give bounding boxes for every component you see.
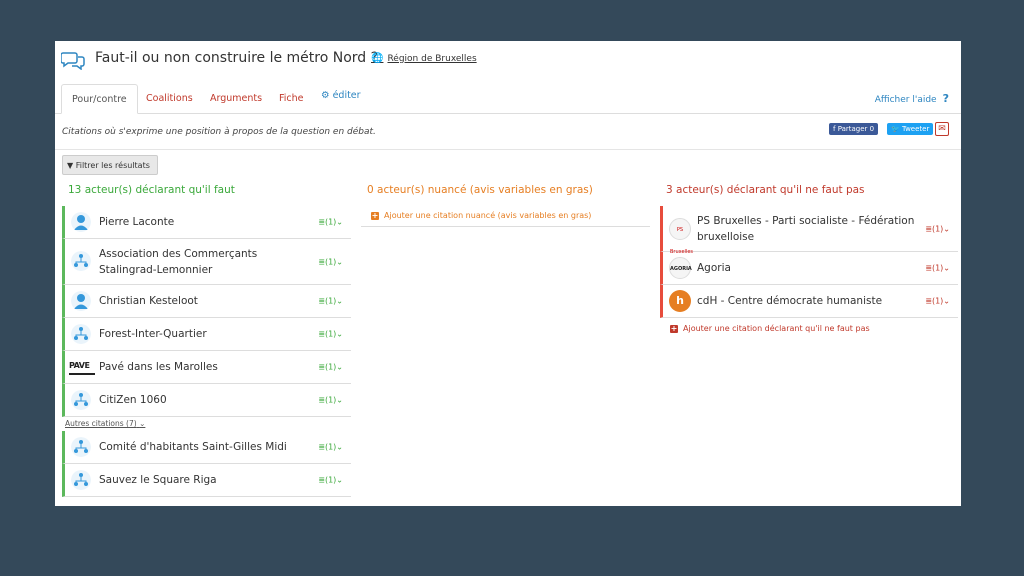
actor-name: Sauvez le Square Riga [99,474,217,486]
chevron-down-icon: ⌄ [336,329,343,339]
citation-count[interactable]: ≣(1)⌄ [318,257,343,266]
list-item[interactable]: PS Bruxelles PS Bruxelles - Parti social… [660,206,958,255]
divider [55,149,961,150]
region-link[interactable]: 🌐 Région de Bruxelles [371,53,477,64]
actor-name: Comité d'habitants Saint-Gilles Midi [99,441,287,453]
organization-icon [71,437,91,457]
app-frame: Faut-il ou non construire le métro Nord … [55,41,961,506]
edit-label: éditer [332,90,361,101]
list-item[interactable]: Sauvez le Square Riga ≣(1)⌄ [62,464,351,497]
list-item[interactable]: CitiZen 1060 ≣(1)⌄ [62,384,351,417]
pave-logo: PAVE [69,361,95,375]
chevron-down-icon: ⌄ [336,362,343,372]
gears-icon: ⚙ [321,90,330,101]
chevron-down-icon: ⌄ [943,296,950,306]
list-item[interactable]: PAVE Pavé dans les Marolles ≣(1)⌄ [62,351,351,384]
actor-name: cdH - Centre démocrate humaniste [697,295,883,307]
tabs-bar: Pour/contre Coalitions Arguments Fiche ⚙… [55,84,961,114]
other-citations-toggle[interactable]: Autres citations (7) ⌄ [62,417,351,431]
ps-bruxelles-logo: PS Bruxelles [669,218,693,255]
list-item[interactable]: Christian Kesteloot ≣(1)⌄ [62,285,351,318]
add-nuanced-label: Ajouter une citation nuancé (avis variab… [384,211,592,220]
question-icon: ? [942,92,949,105]
globe-icon: 🌐 [371,53,384,64]
list-item[interactable]: h cdH - Centre démocrate humaniste ≣(1)⌄ [660,285,958,318]
chevron-down-icon: ⌄ [943,224,950,233]
filter-label: Filtrer les résultats [75,161,150,170]
plus-icon: + [670,324,678,333]
list-item[interactable]: AGORIA Agoria ≣(1)⌄ [660,252,958,285]
citation-count[interactable]: ≣(1)⌄ [318,297,343,306]
citation-count[interactable]: ≣(1)⌄ [318,330,343,339]
citation-count[interactable]: ≣(1)⌄ [318,443,343,452]
tab-pour-contre[interactable]: Pour/contre [61,84,138,114]
chevron-down-icon: ⌄ [943,263,950,273]
chevron-down-icon: ⌄ [336,296,343,306]
chevron-down-icon: ⌄ [336,395,343,405]
envelope-icon[interactable]: ✉ [935,122,949,136]
chevron-down-icon: ⌄ [336,442,343,452]
subline-text: Citations où s'exprime une position à pr… [62,127,376,137]
other-citations-label: Autres citations (7) [65,419,137,428]
citation-count[interactable]: ≣(1)⌄ [318,476,343,485]
filter-button[interactable]: ▼ Filtrer les résultats [62,155,158,175]
citation-count[interactable]: ≣(1)⌄ [318,396,343,405]
against-list: PS Bruxelles PS Bruxelles - Parti social… [660,206,958,340]
list-item[interactable]: Comité d'habitants Saint-Gilles Midi ≣(1… [62,431,351,464]
organization-icon [71,390,91,410]
add-against-citation[interactable]: + Ajouter une citation déclarant qu'il ne… [660,318,958,340]
actor-name: Association des Commerçants Stalingrad-L… [99,247,258,276]
for-column-heading: 13 acteur(s) déclarant qu'il faut [68,184,235,196]
twitter-share-button[interactable]: 🐦 Tweeter [887,123,934,135]
header: Faut-il ou non construire le métro Nord … [55,41,961,81]
actor-name: Pavé dans les Marolles [99,361,218,373]
agoria-logo: AGORIA [669,257,692,279]
add-nuanced-citation[interactable]: + Ajouter une citation nuancé (avis varia… [361,206,650,227]
citation-count[interactable]: ≣(1)⌄ [925,264,950,273]
filter-icon: ▼ [67,161,74,170]
citation-count[interactable]: ≣(1)⌄ [318,363,343,372]
actor-name: Pierre Laconte [99,216,175,228]
facebook-icon: f [833,125,836,133]
actor-name: PS Bruxelles - Parti socialiste - Fédéra… [697,214,915,243]
twitter-icon: 🐦 [891,125,900,133]
twitter-share-label: Tweeter [901,125,930,133]
list-item[interactable]: Association des Commerçants Stalingrad-L… [62,239,351,285]
person-avatar-icon [71,212,91,232]
tab-coalitions[interactable]: Coalitions [136,84,203,113]
against-column-heading: 3 acteur(s) déclarant qu'il ne faut pas [666,184,865,196]
citation-count[interactable]: ≣(1)⌄ [925,297,950,306]
add-against-label: Ajouter une citation déclarant qu'il ne … [683,324,870,333]
actor-name: Agoria [697,262,731,274]
list-item[interactable]: Pierre Laconte ≣(1)⌄ [62,206,351,239]
for-list: Pierre Laconte ≣(1)⌄ Association des Com… [62,206,351,497]
chevron-down-icon: ⌄ [139,419,146,428]
nuanced-column-heading: 0 acteur(s) nuancé (avis variables en gr… [367,184,593,196]
page-title: Faut-il ou non construire le métro Nord … [95,50,379,66]
organization-icon [71,324,91,344]
actor-name: Forest-Inter-Quartier [99,328,207,340]
organization-icon [71,251,91,271]
facebook-share-button[interactable]: f Partager 0 [829,123,879,135]
facebook-share-label: Partager 0 [837,125,875,133]
tab-fiche[interactable]: Fiche [269,84,314,113]
chevron-down-icon: ⌄ [336,217,343,227]
tab-arguments[interactable]: Arguments [200,84,272,113]
list-item[interactable]: Forest-Inter-Quartier ≣(1)⌄ [62,318,351,351]
actor-name: Christian Kesteloot [99,295,198,307]
chevron-down-icon: ⌄ [336,475,343,485]
chevron-down-icon: ⌄ [336,257,343,266]
region-label: Région de Bruxelles [387,53,477,64]
plus-icon: + [371,211,379,220]
chat-bubbles-icon [61,52,85,70]
person-avatar-icon [71,291,91,311]
organization-icon [71,470,91,490]
citation-count[interactable]: ≣(1)⌄ [318,218,343,227]
citation-count[interactable]: ≣(1)⌄ [925,224,950,233]
help-label: Afficher l'aide [874,95,937,105]
tab-editer[interactable]: ⚙ éditer [311,84,371,108]
cdh-logo: h [669,290,691,312]
help-link[interactable]: Afficher l'aide? [875,92,949,105]
actor-name: CitiZen 1060 [99,394,167,406]
